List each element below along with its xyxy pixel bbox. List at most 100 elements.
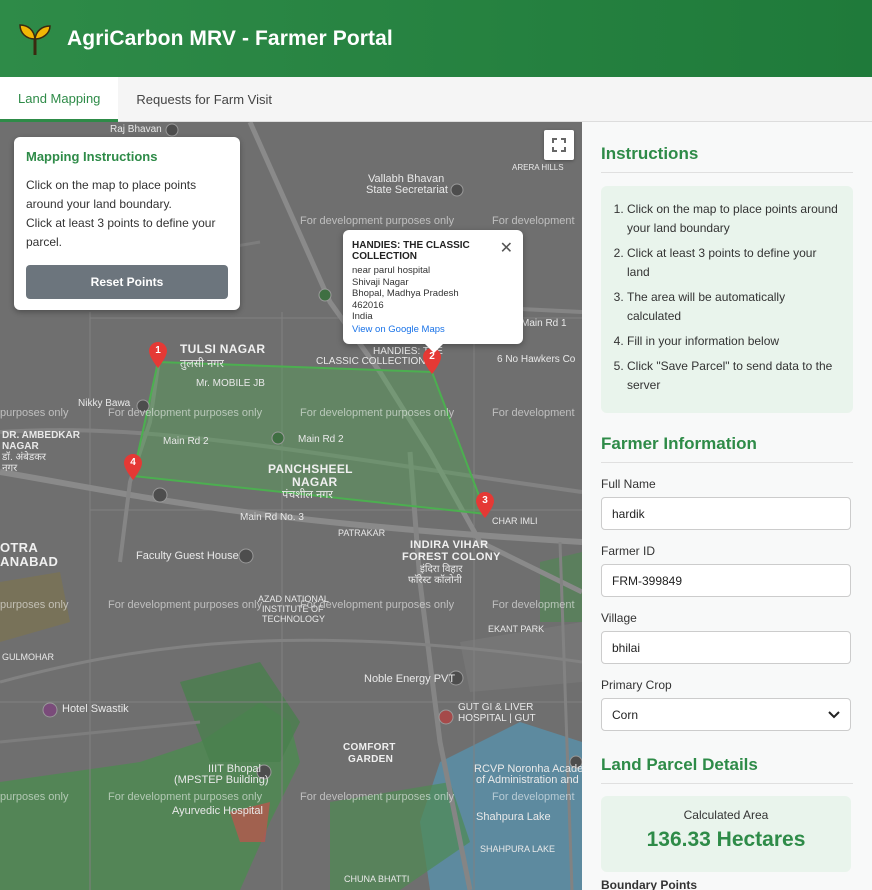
dev-watermark: purposes only <box>0 599 69 611</box>
map-label: TULSI NAGAR <box>180 342 266 356</box>
place-info-popup: HANDIES: THE CLASSIC COLLECTION near par… <box>343 230 523 353</box>
fullscreen-button[interactable] <box>544 130 574 160</box>
mapping-instructions-line: Click on the map to place points around … <box>26 178 197 211</box>
map-label: Hotel Swastik <box>62 703 129 715</box>
map-label: OTRA <box>0 540 39 555</box>
map-label: Shahpura Lake <box>476 811 551 823</box>
boundary-points-label: Boundary Points <box>601 878 698 890</box>
map-label: Main Rd No. 3 <box>240 512 304 523</box>
map-label: NAGAR <box>292 475 338 489</box>
map-label: Mr. MOBILE JB <box>196 378 265 389</box>
map-label: COMFORT <box>343 742 396 753</box>
dev-watermark: For development purposes only <box>300 407 455 419</box>
map-label: पंचशील नगर <box>282 489 333 501</box>
map-label: नगर <box>2 463 18 474</box>
instruction-step: Click on the map to place points around … <box>627 200 841 238</box>
map-label: CHUNA BHATTI <box>344 874 410 884</box>
farmer-id-input[interactable]: FRM-399849 <box>601 564 851 597</box>
map-label: Faculty Guest House <box>136 550 239 562</box>
popup-title: HANDIES: THE CLASSIC COLLECTION <box>352 240 470 262</box>
full-name-input[interactable]: hardik <box>601 497 851 530</box>
dev-watermark: purposes only <box>0 791 69 803</box>
map-label: of Administration and <box>476 774 579 786</box>
app-title: AgriCarbon MRV - Farmer Portal <box>67 26 393 50</box>
calculated-area-card: Calculated Area 136.33 Hectares <box>601 796 851 872</box>
map-label: Main Rd 1 <box>521 318 567 329</box>
map-label: GULMOHAR <box>2 652 55 662</box>
tab-land-mapping[interactable]: Land Mapping <box>0 77 119 122</box>
map-label: Raj Bhavan <box>110 124 162 135</box>
dev-watermark: For development purposes only <box>300 791 455 803</box>
app-header: AgriCarbon MRV - Farmer Portal <box>0 0 872 77</box>
fullscreen-icon <box>552 138 566 152</box>
popup-address-line: Shivaji Nagar <box>352 276 409 288</box>
map-label: NAGAR <box>2 441 39 452</box>
village-label: Village <box>601 611 637 625</box>
instruction-step: Click "Save Parcel" to send data to the … <box>627 357 841 395</box>
instructions-list: Click on the map to place points around … <box>601 186 853 413</box>
farmer-id-label: Farmer ID <box>601 544 655 558</box>
popup-address-line: 462016 <box>352 299 384 311</box>
instructions-heading: Instructions <box>601 144 853 173</box>
map-label: Noble Energy PVT <box>364 673 456 685</box>
map-label: डॉ. अंबेडकर <box>2 452 46 463</box>
map-label: (MPSTEP Building) <box>174 774 269 786</box>
boundary-marker[interactable]: 1 <box>149 342 167 368</box>
map-label: इंदिरा विहार <box>420 564 463 575</box>
map-label: GUT GI & LIVER <box>458 702 534 713</box>
primary-crop-select[interactable]: Corn <box>601 698 851 731</box>
popup-address-line: near parul hospital <box>352 265 431 276</box>
land-parcel-heading: Land Parcel Details <box>601 755 853 784</box>
map-label: 6 No Hawkers Co <box>497 354 576 365</box>
close-icon[interactable]: ✕ <box>500 238 513 258</box>
map-label: SHAHPURA LAKE <box>480 844 556 854</box>
chevron-down-icon <box>828 710 840 718</box>
map-label: Main Rd 2 <box>163 436 209 447</box>
calculated-area-label: Calculated Area <box>683 808 769 822</box>
dev-watermark: For development purposes only <box>108 599 263 611</box>
map-label: TECHNOLOGY <box>262 614 326 624</box>
farmer-information-heading: Farmer Information <box>601 434 853 463</box>
full-name-label: Full Name <box>601 477 656 491</box>
map-label: Ayurvedic Hospital <box>172 805 263 817</box>
map-label: CHAR IMLI <box>492 516 538 526</box>
dev-watermark: For development purposes only <box>300 215 455 227</box>
map-label: फॉरेस्ट कॉलोनी <box>408 575 462 586</box>
instruction-step: The area will be automatically calculate… <box>627 288 841 326</box>
calculated-area-value: 136.33 Hectares <box>646 828 806 851</box>
map-label: INDIRA VIHAR <box>410 539 489 551</box>
dev-watermark: For development <box>492 791 575 803</box>
instruction-step: Click at least 3 points to define your l… <box>627 244 841 282</box>
map-label: State Secretariat <box>366 184 448 196</box>
map-label: GARDEN <box>348 754 394 765</box>
popup-address-line: India <box>352 311 373 322</box>
village-input[interactable]: bhilai <box>601 631 851 664</box>
map-label: EKANT PARK <box>488 624 545 634</box>
map-label: FOREST COLONY <box>402 551 501 563</box>
view-on-google-maps-link[interactable]: View on Google Maps <box>352 324 514 335</box>
instruction-step: Fill in your information below <box>627 332 841 351</box>
mapping-instructions-line: Click at least 3 points to define your p… <box>26 216 216 249</box>
popup-address-line: Bhopal, Madhya Pradesh <box>352 288 459 299</box>
tab-bar: Land Mapping Requests for Farm Visit <box>0 77 872 122</box>
map-label: PATRAKAR <box>338 528 386 538</box>
map-label: DR. AMBEDKAR <box>2 430 80 441</box>
dev-watermark: For development purposes only <box>108 791 263 803</box>
boundary-marker[interactable]: 3 <box>476 492 494 518</box>
map-label: CLASSIC COLLECTION <box>316 356 426 367</box>
mapping-instructions-title: Mapping Instructions <box>26 149 158 164</box>
boundary-marker[interactable]: 4 <box>124 454 142 480</box>
dev-watermark: For development <box>492 215 575 227</box>
dev-watermark: purposes only <box>0 407 69 419</box>
tab-farm-visit-requests[interactable]: Requests for Farm Visit <box>118 77 290 122</box>
dev-watermark: For development purposes only <box>108 407 263 419</box>
dev-watermark: For development <box>492 599 575 611</box>
map-canvas[interactable]: Raj Bhavan Vallabh Bhavan State Secretar… <box>0 122 582 890</box>
reset-points-button[interactable]: Reset Points <box>26 265 228 299</box>
map-label: HOSPITAL | GUT <box>458 713 536 724</box>
sprout-logo-icon <box>19 23 51 55</box>
primary-crop-label: Primary Crop <box>601 678 672 692</box>
sidebar: Instructions Click on the map to place p… <box>582 122 872 890</box>
dev-watermark: For development purposes only <box>300 599 455 611</box>
primary-crop-value: Corn <box>612 707 639 722</box>
